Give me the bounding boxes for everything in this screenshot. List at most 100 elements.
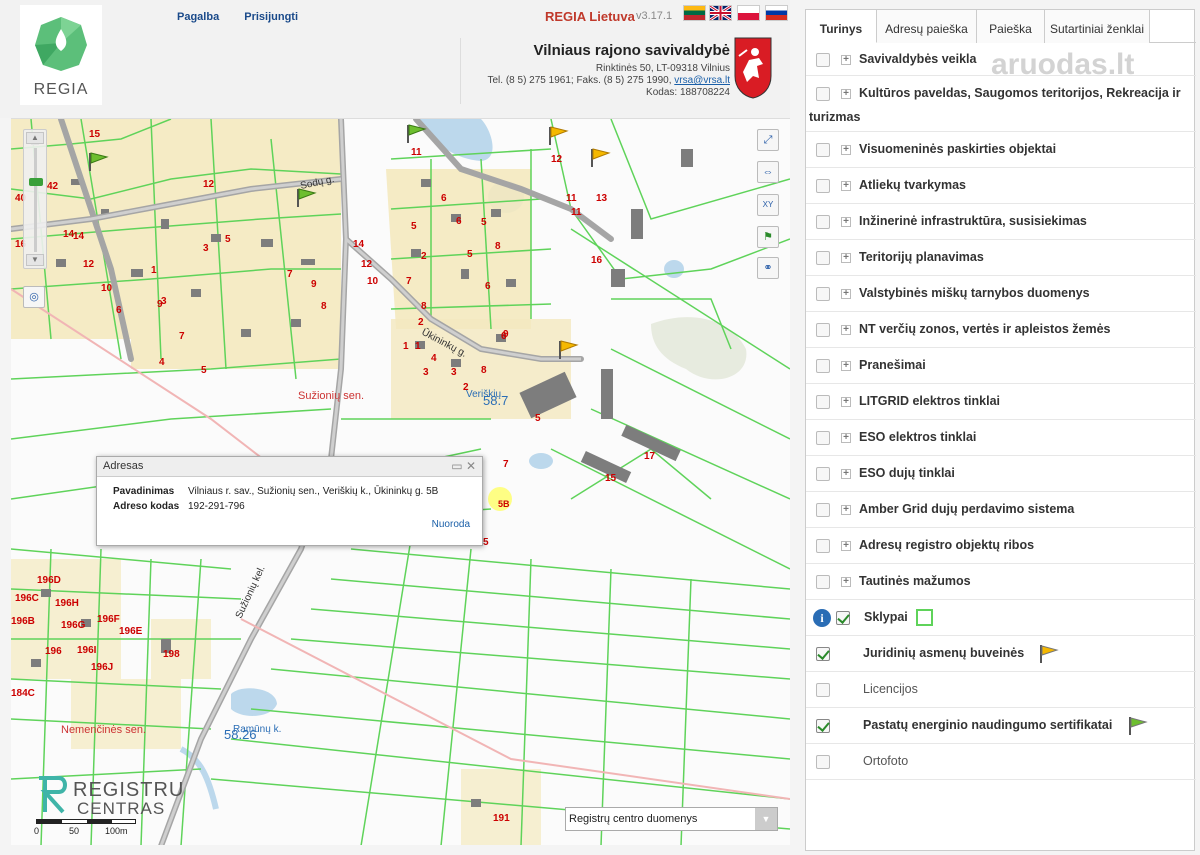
basemap-select[interactable]: Registrų centro duomenys ▼ [565, 807, 778, 831]
layer-checkbox[interactable] [816, 287, 830, 301]
chevron-down-icon[interactable]: ▼ [755, 808, 777, 830]
layer-checkbox[interactable] [816, 539, 830, 553]
layer-row[interactable]: Juridinių asmenų buveinės [806, 636, 1196, 672]
regia-logo[interactable]: REGIA [20, 5, 102, 105]
expand-icon[interactable]: + [841, 433, 851, 443]
flag-lt-icon[interactable] [683, 5, 706, 21]
layer-row[interactable]: + Valstybinės miškų tarnybos duomenys [806, 276, 1196, 312]
layer-checkbox[interactable] [816, 323, 830, 337]
expand-icon[interactable]: + [841, 54, 851, 65]
tab-adresu-paieska[interactable]: Adresų paieška [877, 10, 977, 43]
layer-checkbox[interactable] [816, 719, 830, 733]
layer-checkbox[interactable] [816, 359, 830, 373]
municipality-contacts: Tel. (8 5) 275 1961; Faks. (8 5) 275 199… [487, 75, 731, 86]
zoom-track[interactable] [34, 148, 37, 252]
municipality-code: Kodas: 188708224 [646, 87, 730, 98]
layer-checkbox[interactable] [816, 575, 830, 589]
expand-icon[interactable]: + [841, 577, 851, 587]
municipality-email-link[interactable]: vrsa@vrsa.lt [674, 75, 730, 86]
coordinates-xy-icon[interactable]: XY [757, 194, 779, 216]
layer-name: Atliekų tvarkymas [859, 178, 967, 192]
layer-row[interactable]: + ESO dujų tinklai [806, 456, 1196, 492]
layer-checkbox[interactable] [816, 503, 830, 517]
expand-icon[interactable]: + [841, 469, 851, 479]
layer-row[interactable]: + ESO elektros tinklai [806, 420, 1196, 456]
flag-pl-icon[interactable] [737, 5, 760, 21]
green-flag-icon [1128, 717, 1148, 738]
layer-row[interactable]: Ortofoto [806, 744, 1196, 780]
expand-icon[interactable]: + [841, 361, 851, 371]
layer-row[interactable]: + Adresų registro objektų ribos [806, 528, 1196, 564]
expand-icon[interactable]: + [841, 217, 851, 227]
layer-name: Tautinės mažumos [859, 574, 971, 588]
nav-help-link[interactable]: Pagalba [177, 11, 219, 23]
expand-icon[interactable]: + [841, 505, 851, 515]
layer-checkbox[interactable] [816, 683, 830, 697]
expand-icon[interactable]: + [841, 289, 851, 299]
layer-name: LITGRID elektros tinklai [859, 394, 1001, 408]
layer-checkbox[interactable] [816, 431, 830, 445]
layer-checkbox[interactable] [836, 611, 850, 625]
layer-row[interactable]: + Tautinės mažumos [806, 564, 1196, 600]
layer-name: Savivaldybės veikla [859, 51, 977, 66]
layer-row[interactable]: + Amber Grid dujų perdavimo sistema [806, 492, 1196, 528]
flag-tool-icon[interactable]: ⚑ [757, 226, 779, 248]
layer-row[interactable]: + Pranešimai [806, 348, 1196, 384]
tab-turinys[interactable]: Turinys [806, 10, 877, 43]
nav-login-link[interactable]: Prisijungti [244, 11, 298, 23]
layer-checkbox[interactable] [816, 143, 830, 157]
layer-checkbox[interactable] [816, 215, 830, 229]
expand-icon[interactable]: + [841, 89, 851, 99]
layer-checkbox[interactable] [816, 251, 830, 265]
expand-icon[interactable]: + [841, 325, 851, 335]
expand-icon[interactable]: + [841, 145, 851, 155]
side-panel: Turinys Adresų paieška Paieška Sutartini… [805, 9, 1196, 851]
registru-centras-logo-icon [39, 776, 67, 814]
info-icon[interactable]: i [813, 609, 831, 627]
layer-row[interactable]: + Inžinerinė infrastruktūra, susisiekimas [806, 204, 1196, 240]
tab-sutartiniai-zenklai[interactable]: Sutartiniai ženklai [1045, 10, 1150, 43]
expand-icon[interactable]: + [841, 253, 851, 263]
measure-icon[interactable]: ⇔ [757, 161, 779, 183]
layer-checkbox[interactable] [816, 87, 830, 101]
layer-row[interactable]: Pastatų energinio naudingumo sertifikata… [806, 708, 1196, 744]
layer-row[interactable]: + LITGRID elektros tinklai [806, 384, 1196, 420]
zoom-slider[interactable]: ▲ ▼ [23, 129, 47, 269]
layer-row[interactable]: + Savivaldybės veikla [806, 43, 1196, 76]
locate-icon[interactable]: ◎ [23, 286, 45, 308]
layer-row[interactable]: + Teritorijų planavimas [806, 240, 1196, 276]
popup-link[interactable]: Nuoroda [432, 519, 470, 530]
map-canvas[interactable]: 15 12 3 14 40 42 16 14 12 10 6 1 9 3 5 4 7 9 5 7 14 12 10 8 8 7 5 2… [11, 118, 790, 845]
layer-row[interactable]: + Atliekų tvarkymas [806, 168, 1196, 204]
layer-checkbox[interactable] [816, 52, 830, 67]
popup-header: Adresas ▭ ✕ [97, 457, 482, 477]
close-icon[interactable]: ✕ [466, 459, 476, 473]
layer-row[interactable]: Licencijos [806, 672, 1196, 708]
layer-row[interactable]: + NT verčių zonos, vertės ir apleistos že… [806, 312, 1196, 348]
zoom-handle[interactable] [29, 178, 43, 186]
layer-name: Adresų registro objektų ribos [859, 538, 1035, 552]
layer-row[interactable]: i Sklypai [806, 600, 1196, 636]
popup-row-code: Adreso kodas 192-291-796 [113, 501, 245, 512]
link-icon[interactable]: ⚭ [757, 257, 779, 279]
layer-checkbox[interactable] [816, 395, 830, 409]
maximize-icon[interactable]: ▭ [451, 459, 462, 473]
popup-title: Adresas [103, 460, 144, 472]
zoom-in-button[interactable]: ▲ [26, 132, 44, 144]
expand-icon[interactable]: + [841, 397, 851, 407]
tab-paieska[interactable]: Paieška [977, 10, 1045, 43]
layer-name: Teritorijų planavimas [859, 250, 984, 264]
green-square-icon [916, 609, 933, 626]
layer-row[interactable]: + Kultūros paveldas, Saugomos teritorijos… [806, 76, 1196, 132]
zoom-out-button[interactable]: ▼ [26, 254, 44, 266]
layer-row[interactable]: + Visuomeninės paskirties objektai [806, 132, 1196, 168]
flag-ru-icon[interactable] [765, 5, 788, 21]
layer-checkbox[interactable] [816, 179, 830, 193]
fullscreen-icon[interactable]: ⤢ [757, 129, 779, 151]
expand-icon[interactable]: + [841, 541, 851, 551]
layer-checkbox[interactable] [816, 647, 830, 661]
layer-checkbox[interactable] [816, 467, 830, 481]
layer-checkbox[interactable] [816, 755, 830, 769]
flag-en-icon[interactable] [709, 4, 732, 22]
expand-icon[interactable]: + [841, 181, 851, 191]
